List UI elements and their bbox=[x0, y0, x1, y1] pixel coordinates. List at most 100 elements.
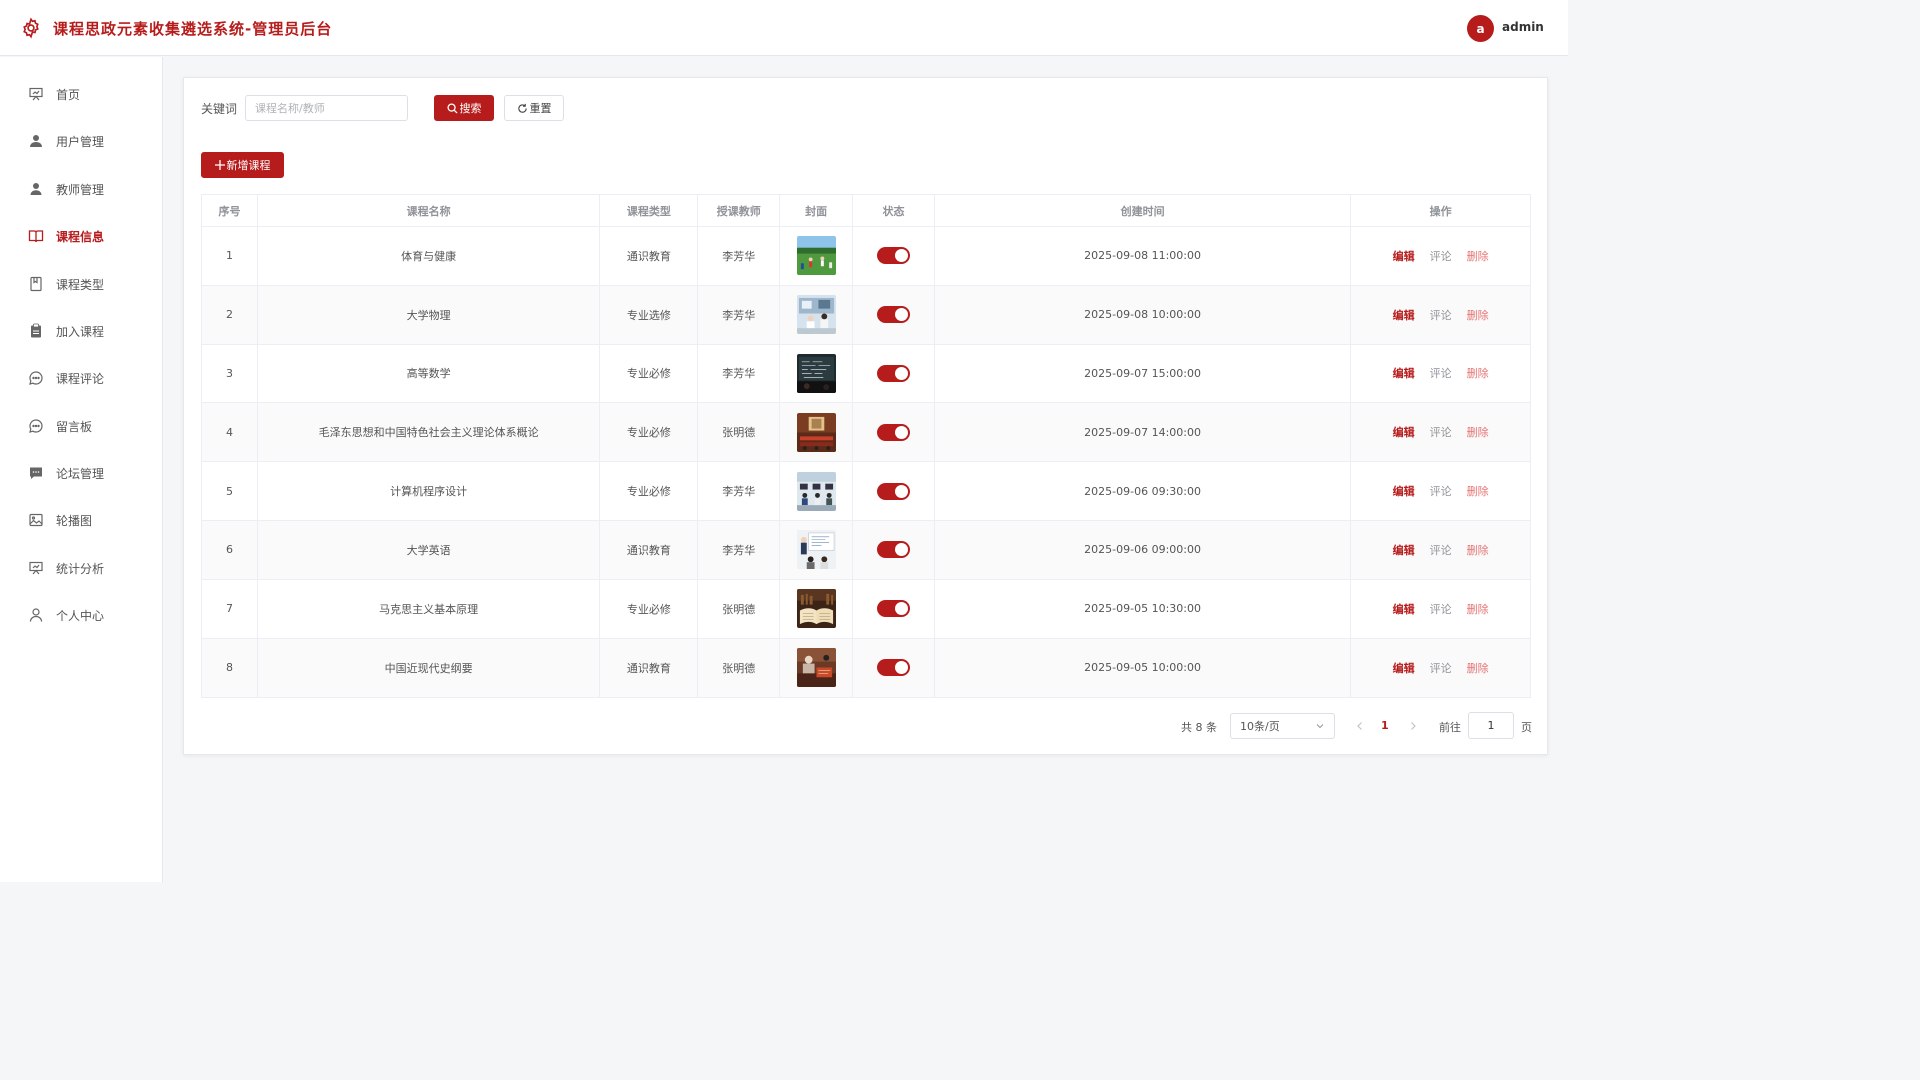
col-header-actions: 操作 bbox=[1429, 204, 1452, 218]
message-icon bbox=[29, 419, 43, 433]
edit-button[interactable]: 编辑 bbox=[1393, 248, 1415, 264]
add-course-button[interactable]: 新增课程 bbox=[201, 152, 284, 178]
cover-image[interactable] bbox=[796, 412, 836, 452]
cell-actions: 编辑 评论 删除 bbox=[1351, 345, 1530, 403]
cell-course-name: 计算机程序设计 bbox=[258, 462, 601, 520]
cover-image[interactable] bbox=[796, 471, 836, 511]
comment-button[interactable]: 评论 bbox=[1430, 424, 1452, 440]
delete-button[interactable]: 删除 bbox=[1467, 248, 1489, 264]
status-toggle[interactable] bbox=[876, 482, 910, 500]
comment-button[interactable]: 评论 bbox=[1430, 660, 1452, 676]
sidebar-item-course-comments[interactable]: 课程评论 bbox=[0, 358, 162, 398]
edit-button[interactable]: 编辑 bbox=[1393, 483, 1415, 499]
sidebar-item-label: 课程类型 bbox=[56, 277, 105, 292]
cell-status bbox=[853, 638, 935, 698]
cover-image[interactable] bbox=[796, 648, 836, 688]
cell-teacher: 李芳华 bbox=[698, 227, 781, 285]
status-toggle[interactable] bbox=[876, 364, 910, 382]
delete-button[interactable]: 删除 bbox=[1467, 660, 1489, 676]
status-toggle[interactable] bbox=[876, 541, 910, 559]
cell-course-name: 毛泽东思想和中国特色社会主义理论体系概论 bbox=[258, 403, 601, 462]
sidebar-item-courses[interactable]: 课程信息 bbox=[0, 216, 162, 256]
sidebar-item-home[interactable]: 首页 bbox=[0, 74, 162, 114]
cell-cover bbox=[780, 227, 854, 285]
edit-button[interactable]: 编辑 bbox=[1393, 424, 1415, 440]
course-table: 序号 课程名称 课程类型 授课教师 封面 状态 创建时间 操作 1 体育与健康 通识… bbox=[201, 194, 1531, 699]
cover-image[interactable] bbox=[796, 530, 836, 570]
cell-actions: 编辑 评论 删除 bbox=[1351, 403, 1530, 461]
comment-button[interactable]: 评论 bbox=[1430, 542, 1452, 558]
delete-button[interactable]: 删除 bbox=[1467, 601, 1489, 617]
sidebar-item-join-course[interactable]: 加入课程 bbox=[0, 311, 162, 351]
cell-actions: 编辑 评论 删除 bbox=[1351, 462, 1530, 520]
cell-status bbox=[853, 344, 935, 403]
sidebar-item-users[interactable]: 用户管理 bbox=[0, 121, 162, 161]
comment-button[interactable]: 评论 bbox=[1430, 601, 1452, 617]
page-number-current[interactable]: 1 bbox=[1381, 719, 1389, 732]
goto-label: 前往 bbox=[1439, 721, 1461, 734]
goto-suffix: 页 bbox=[1521, 721, 1532, 734]
cover-image[interactable] bbox=[796, 353, 836, 393]
col-header-status: 状态 bbox=[853, 195, 935, 226]
table-body: 1 体育与健康 通识教育 李芳华 2025-09-08 11:00:00 编辑 评论 删除 2 大… bbox=[202, 227, 1530, 698]
cell-course-name: 中国近现代史纲要 bbox=[258, 638, 601, 698]
next-page-button[interactable] bbox=[1407, 719, 1419, 733]
sidebar-item-carousel[interactable]: 轮播图 bbox=[0, 500, 162, 540]
keyword-input[interactable] bbox=[245, 95, 408, 121]
cell-no: 5 bbox=[202, 462, 258, 520]
comment-button[interactable]: 评论 bbox=[1430, 248, 1452, 264]
sidebar-item-message-board[interactable]: 留言板 bbox=[0, 406, 162, 446]
cell-actions: 编辑 评论 删除 bbox=[1351, 227, 1530, 285]
edit-button[interactable]: 编辑 bbox=[1393, 601, 1415, 617]
person-icon bbox=[29, 608, 43, 622]
delete-button[interactable]: 删除 bbox=[1467, 483, 1489, 499]
cell-status bbox=[853, 227, 935, 285]
username[interactable]: admin bbox=[1502, 20, 1544, 34]
comment-button[interactable]: 评论 bbox=[1430, 365, 1452, 381]
sidebar-item-label: 论坛管理 bbox=[56, 466, 105, 481]
cover-image[interactable] bbox=[796, 295, 836, 335]
cell-course-type: 专业选修 bbox=[600, 285, 699, 344]
sidebar-item-profile[interactable]: 个人中心 bbox=[0, 595, 162, 635]
cell-teacher: 李芳华 bbox=[698, 344, 781, 403]
comment-button[interactable]: 评论 bbox=[1430, 483, 1452, 499]
edit-button[interactable]: 编辑 bbox=[1393, 365, 1415, 381]
cover-image[interactable] bbox=[796, 236, 836, 276]
table-row: 1 体育与健康 通识教育 李芳华 2025-09-08 11:00:00 编辑 评论 删除 bbox=[202, 227, 1530, 286]
status-toggle[interactable] bbox=[876, 600, 910, 618]
sidebar-item-forum[interactable]: 论坛管理 bbox=[0, 453, 162, 493]
prev-page-button[interactable] bbox=[1354, 719, 1366, 733]
edit-button[interactable]: 编辑 bbox=[1393, 542, 1415, 558]
cell-course-name: 大学物理 bbox=[258, 285, 601, 344]
sidebar-item-label: 统计分析 bbox=[56, 561, 105, 576]
delete-button[interactable]: 删除 bbox=[1467, 424, 1489, 440]
status-toggle[interactable] bbox=[876, 306, 910, 324]
status-toggle[interactable] bbox=[876, 423, 910, 441]
goto-page-input[interactable] bbox=[1468, 712, 1514, 739]
sidebar-item-teachers[interactable]: 教师管理 bbox=[0, 169, 162, 209]
picture-icon bbox=[29, 513, 43, 527]
reset-button[interactable]: 重置 bbox=[504, 95, 564, 121]
table-header: 序号 课程名称 课程类型 授课教师 封面 状态 创建时间 操作 bbox=[202, 195, 1530, 227]
sidebar-item-statistics[interactable]: 统计分析 bbox=[0, 548, 162, 588]
page-size-select[interactable]: 10条/页 bbox=[1230, 713, 1335, 739]
sidebar-item-label: 课程信息 bbox=[56, 229, 105, 244]
avatar[interactable]: a bbox=[1467, 15, 1494, 42]
cell-no: 4 bbox=[202, 403, 258, 462]
status-toggle[interactable] bbox=[876, 247, 910, 265]
cover-image[interactable] bbox=[796, 589, 836, 629]
cell-created-time: 2025-09-07 14:00:00 bbox=[935, 403, 1352, 462]
search-button[interactable]: 搜索 bbox=[434, 95, 494, 121]
edit-button[interactable]: 编辑 bbox=[1393, 660, 1415, 676]
table-row: 6 大学英语 通识教育 李芳华 2025-09-06 09:00:00 编辑 评论 删除 bbox=[202, 520, 1530, 580]
comment-button[interactable]: 评论 bbox=[1430, 307, 1452, 323]
delete-button[interactable]: 删除 bbox=[1467, 307, 1489, 323]
edit-button[interactable]: 编辑 bbox=[1393, 307, 1415, 323]
plus-icon bbox=[214, 160, 225, 170]
status-toggle[interactable] bbox=[876, 659, 910, 677]
book-icon bbox=[28, 230, 44, 243]
delete-button[interactable]: 删除 bbox=[1467, 542, 1489, 558]
sidebar-item-course-types[interactable]: 课程类型 bbox=[0, 264, 162, 304]
delete-button[interactable]: 删除 bbox=[1467, 365, 1489, 381]
cell-status bbox=[853, 462, 935, 520]
